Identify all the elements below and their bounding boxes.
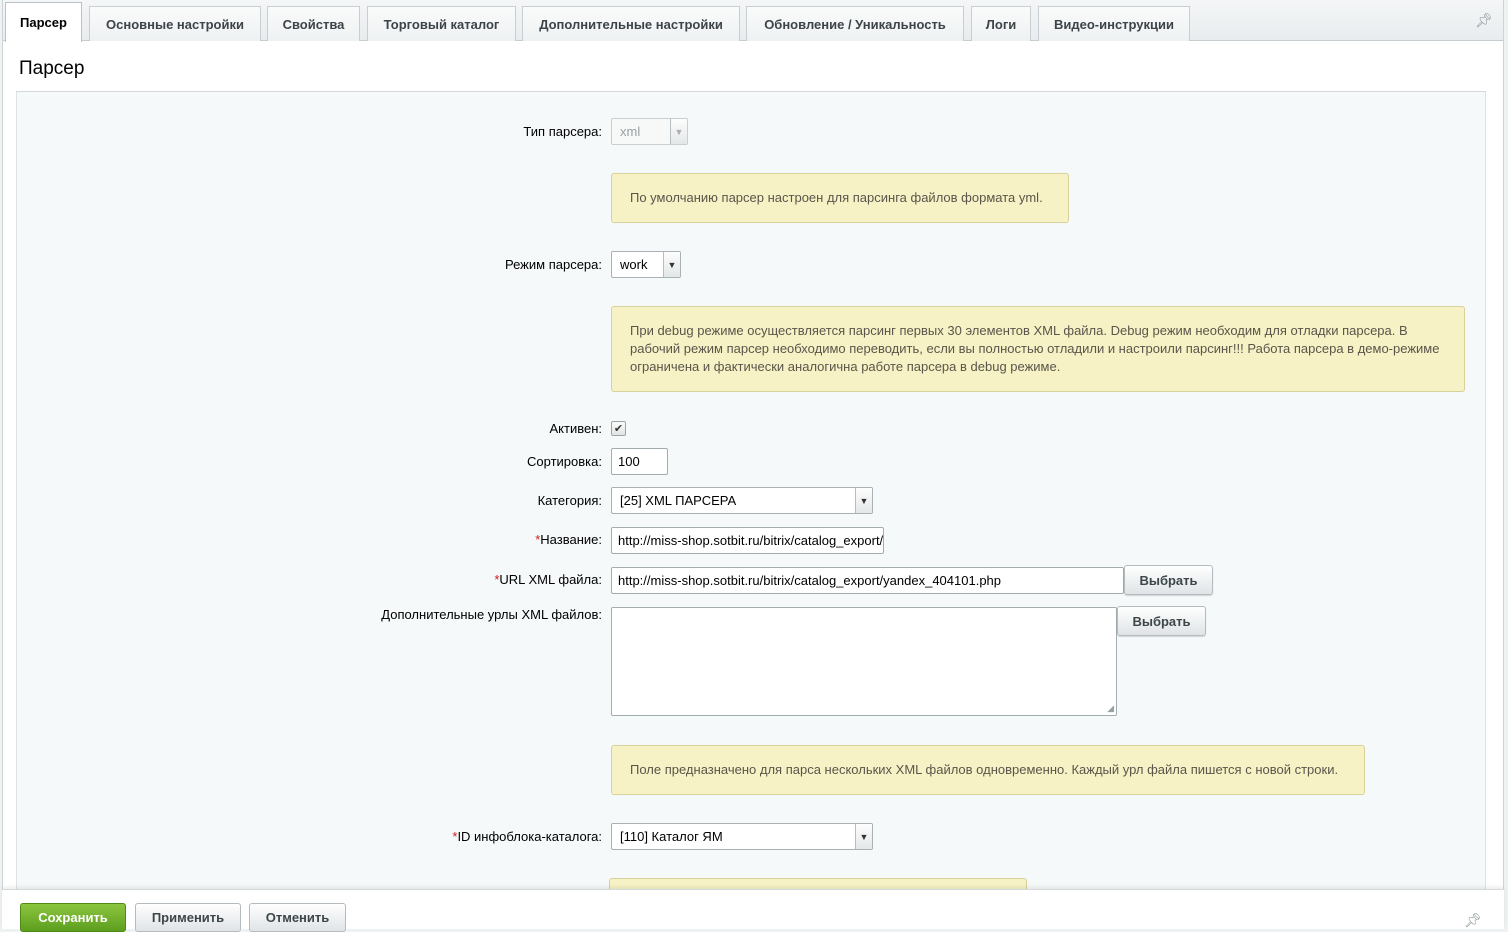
parser-mode-select[interactable]: work ▼ <box>611 251 681 278</box>
chevron-down-icon[interactable]: ▼ <box>855 824 872 849</box>
tab-extra-settings[interactable]: Дополнительные настройки <box>522 6 740 41</box>
name-label: *Название: <box>535 532 602 547</box>
url-label: *URL XML файла: <box>494 572 602 587</box>
iblock-select[interactable]: [110] Каталог ЯМ ▼ <box>611 823 873 850</box>
chevron-down-icon[interactable]: ▼ <box>855 488 872 513</box>
tab-parser[interactable]: Парсер <box>5 2 82 42</box>
save-button[interactable]: Сохранить <box>20 903 126 932</box>
resize-handle-icon[interactable]: ◢︎ <box>1107 703 1114 714</box>
parser-mode-note: При debug режиме осуществляется парсинг … <box>611 306 1465 392</box>
cancel-button[interactable]: Отменить <box>249 903 346 932</box>
parser-mode-value: work <box>620 257 648 272</box>
iblock-label-text: ID инфоблока-каталога: <box>457 829 602 844</box>
parser-type-select: xml ▼ <box>611 118 688 145</box>
extra-urls-note: Поле предназначено для парса нескольких … <box>611 745 1365 795</box>
sort-label: Сортировка: <box>527 454 602 469</box>
category-value: [25] XML ПАРСЕРА <box>620 493 737 508</box>
parser-type-note: По умолчанию парсер настроен для парсинг… <box>611 173 1069 223</box>
tab-properties[interactable]: Свойства <box>267 6 360 41</box>
section-title: Парсер <box>19 58 85 79</box>
active-checkbox[interactable]: ✔ <box>611 421 626 436</box>
parser-type-label: Тип парсера: <box>523 124 602 139</box>
name-label-text: Название: <box>540 532 602 547</box>
footer-bar: Сохранить Применить Отменить 📌︎ <box>2 889 1504 932</box>
iblock-label: *ID инфоблока-каталога: <box>452 829 602 844</box>
tab-logs[interactable]: Логи <box>971 6 1031 41</box>
pin-icon[interactable]: 📌︎ <box>1475 12 1493 29</box>
active-label: Активен: <box>549 421 602 436</box>
url-label-text: URL XML файла: <box>499 572 602 587</box>
tab-bar: Парсер Основные настройки Свойства Торго… <box>3 0 1503 42</box>
tab-video-instructions[interactable]: Видео-инструкции <box>1038 6 1190 41</box>
parser-mode-label: Режим парсера: <box>505 257 602 272</box>
pin-icon[interactable]: 📌︎ <box>1464 912 1482 929</box>
chevron-down-icon: ▼ <box>670 119 687 144</box>
extra-urls-choose-button[interactable]: Выбрать <box>1117 606 1206 636</box>
category-select[interactable]: [25] XML ПАРСЕРА ▼ <box>611 487 873 514</box>
extra-urls-textarea[interactable]: ◢︎ <box>611 607 1117 716</box>
sort-input[interactable]: 100 <box>611 448 668 475</box>
name-input[interactable]: http://miss-shop.sotbit.ru/bitrix/catalo… <box>611 527 884 554</box>
apply-button[interactable]: Применить <box>135 903 241 932</box>
tab-update-uniqueness[interactable]: Обновление / Уникальность <box>746 6 964 41</box>
iblock-value: [110] Каталог ЯМ <box>620 829 723 844</box>
tab-main-settings[interactable]: Основные настройки <box>89 6 261 41</box>
url-input[interactable]: http://miss-shop.sotbit.ru/bitrix/catalo… <box>611 567 1124 594</box>
extra-urls-label: Дополнительные урлы XML файлов: <box>381 607 602 622</box>
url-choose-button[interactable]: Выбрать <box>1124 565 1213 595</box>
parser-type-value: xml <box>620 124 641 139</box>
chevron-down-icon[interactable]: ▼ <box>663 252 680 277</box>
checkmark-icon: ✔ <box>613 423 624 435</box>
tab-trade-catalog[interactable]: Торговый каталог <box>367 6 516 41</box>
category-label: Категория: <box>537 493 602 508</box>
